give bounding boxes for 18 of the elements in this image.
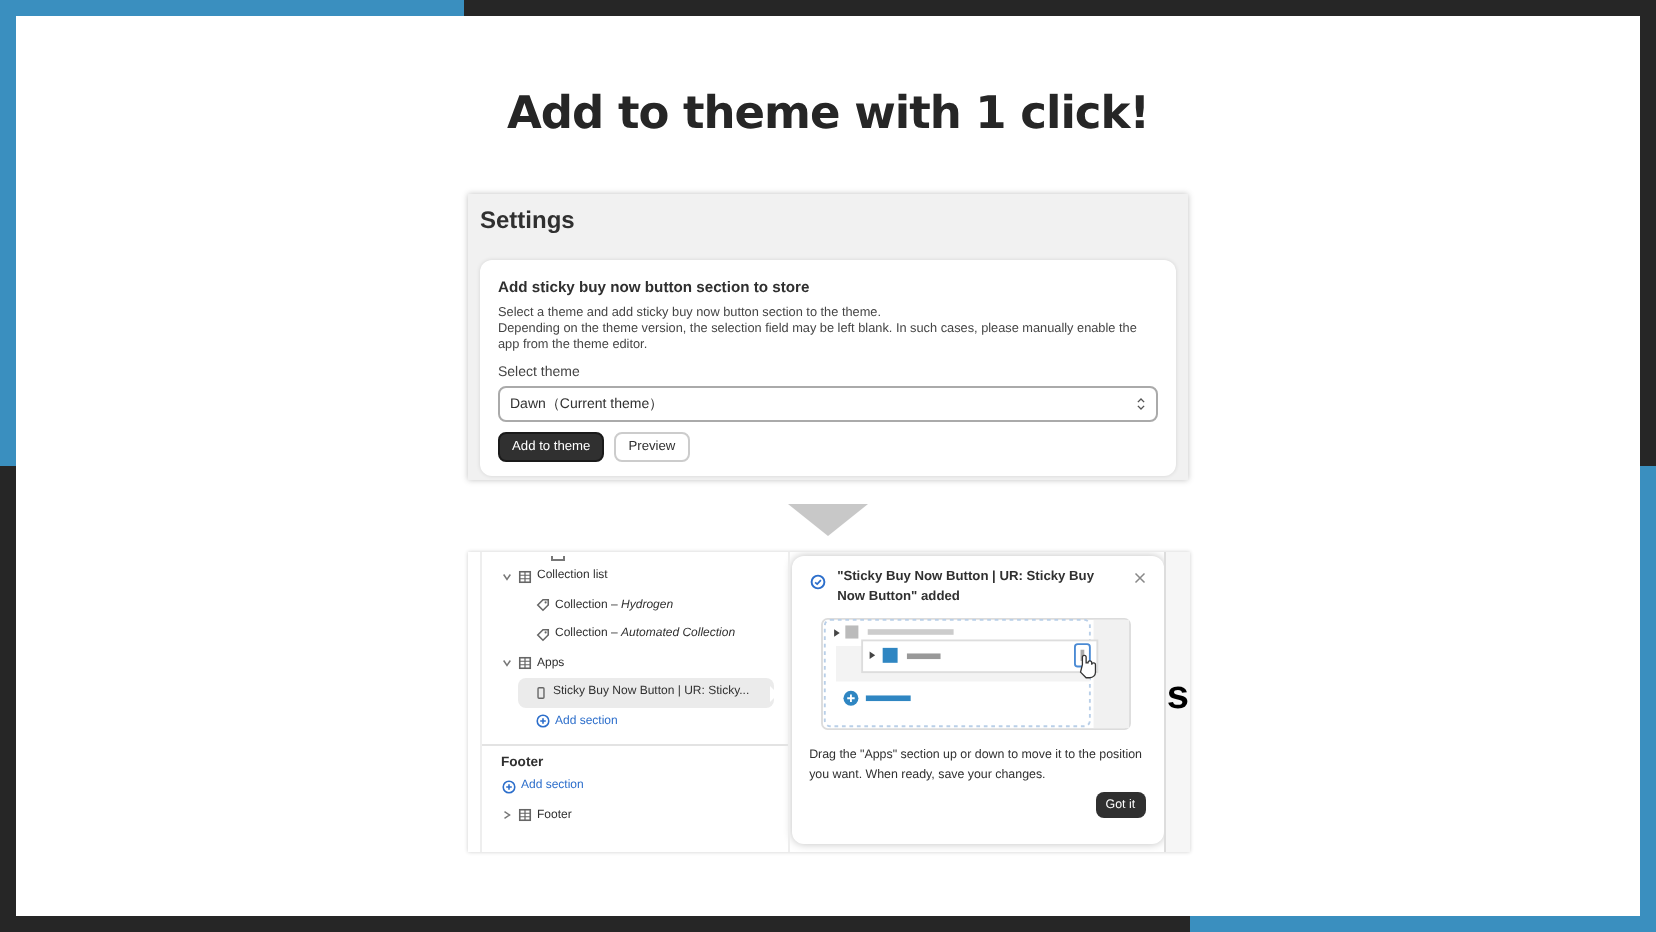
chevron-down-icon[interactable] — [501, 571, 511, 582]
grid-icon — [517, 808, 531, 823]
tag-icon — [535, 627, 549, 642]
chevron-right-icon[interactable] — [501, 810, 511, 821]
chevron-down-icon[interactable] — [501, 658, 511, 669]
select-arrows-icon — [1136, 396, 1146, 412]
tag-icon — [535, 598, 549, 613]
down-arrow-icon — [788, 504, 868, 536]
headline: Add to theme with 1 click! — [507, 88, 1149, 144]
plus-circle-icon — [501, 779, 515, 794]
check-circle-icon — [809, 574, 826, 590]
phone-icon — [533, 685, 547, 700]
grid-icon — [517, 569, 531, 584]
grid-icon — [517, 656, 531, 671]
preview-text: s — [1166, 676, 1189, 716]
page-title: Settings — [480, 206, 577, 238]
close-icon[interactable] — [1133, 572, 1146, 584]
plus-circle-icon — [535, 714, 549, 729]
